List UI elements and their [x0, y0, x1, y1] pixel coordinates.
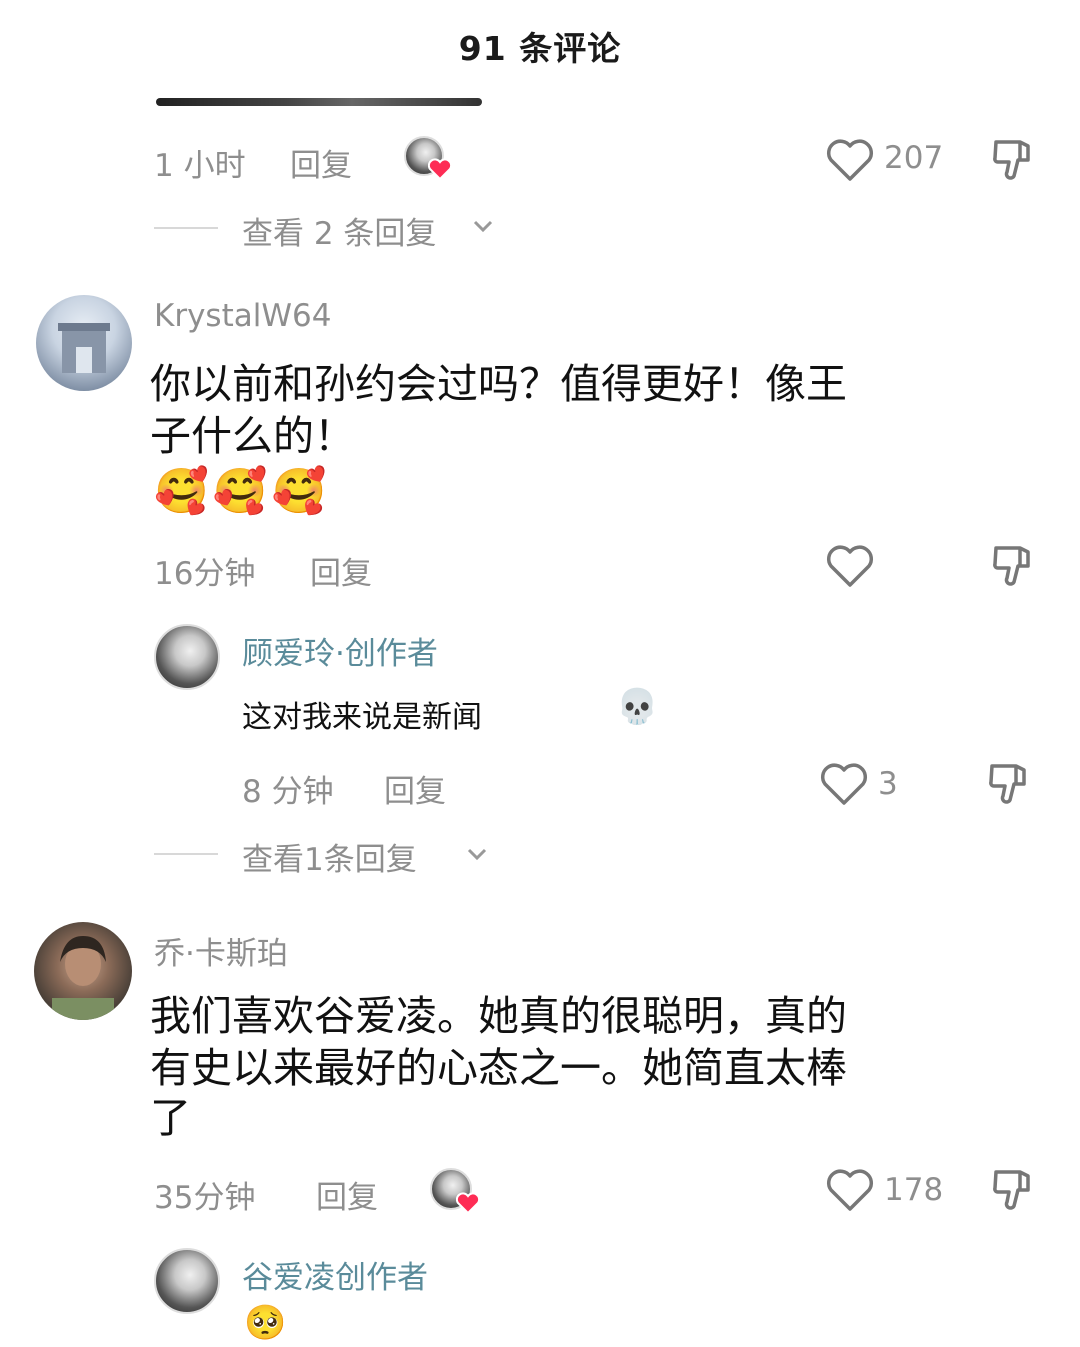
- thumbs-down-icon[interactable]: [986, 760, 1032, 806]
- heart-outline-icon[interactable]: [826, 138, 874, 182]
- reply-button[interactable]: 回复: [384, 766, 446, 811]
- comment-username[interactable]: KrystalW64: [154, 298, 331, 334]
- heart-outline-icon[interactable]: [826, 544, 874, 588]
- comment-text-line: 我们喜欢谷爱凌。她真的很聪明，真的: [150, 992, 847, 1040]
- thumbs-down-icon[interactable]: [990, 136, 1036, 182]
- smiling-hearts-emoji: 🥰🥰🥰: [154, 466, 331, 517]
- pleading-face-emoji: 🥺: [244, 1303, 287, 1343]
- view-replies-button[interactable]: 查看1条回复: [242, 834, 417, 879]
- page-title: 91 条评论: [458, 29, 622, 68]
- like-count: 178: [884, 1172, 944, 1208]
- comment-time: 35分钟: [154, 1180, 256, 1216]
- avatar[interactable]: [36, 295, 132, 391]
- creator-username[interactable]: 顾爱玲·创作者: [242, 628, 438, 673]
- thumbs-down-icon[interactable]: [990, 1166, 1036, 1212]
- comment-username[interactable]: 乔·卡斯珀: [154, 928, 288, 973]
- divider-line: [154, 227, 218, 229]
- divider-line: [154, 853, 218, 855]
- skull-emoji: 💀: [616, 687, 659, 727]
- reply-button[interactable]: 回复: [316, 1172, 378, 1217]
- reply-button[interactable]: 回复: [310, 548, 372, 593]
- reply-text: 这对我来说是新闻: [242, 700, 482, 735]
- comment-text-line: 了: [150, 1094, 191, 1142]
- thumbs-down-icon[interactable]: [990, 542, 1036, 588]
- creator-liked-avatar-icon: [430, 1168, 482, 1216]
- reply-time: 8 分钟: [242, 774, 334, 810]
- creator-liked-avatar-icon: [404, 136, 452, 184]
- heart-outline-icon[interactable]: [820, 762, 868, 806]
- reply-button[interactable]: 回复: [290, 140, 352, 185]
- avatar[interactable]: [34, 922, 132, 1020]
- like-count: 207: [884, 140, 944, 176]
- cutoff-content-bar: [156, 98, 482, 106]
- comment-text-line: 子什么的！: [150, 412, 355, 460]
- chevron-down-icon[interactable]: [472, 218, 494, 234]
- comment-text-line: 你以前和孙约会过吗？值得更好！像王: [150, 360, 847, 408]
- comment-time: 16分钟: [154, 556, 256, 592]
- comment-time: 1 小时: [154, 148, 246, 184]
- like-count: 3: [878, 766, 898, 802]
- comment-text-line: 有史以来最好的心态之一。她简直太棒: [150, 1044, 847, 1092]
- avatar[interactable]: [154, 1248, 220, 1314]
- avatar[interactable]: [154, 624, 220, 690]
- heart-outline-icon[interactable]: [826, 1168, 874, 1212]
- creator-username[interactable]: 谷爱凌创作者: [242, 1252, 428, 1297]
- chevron-down-icon[interactable]: [466, 846, 488, 862]
- view-replies-button[interactable]: 查看 2 条回复: [242, 208, 436, 253]
